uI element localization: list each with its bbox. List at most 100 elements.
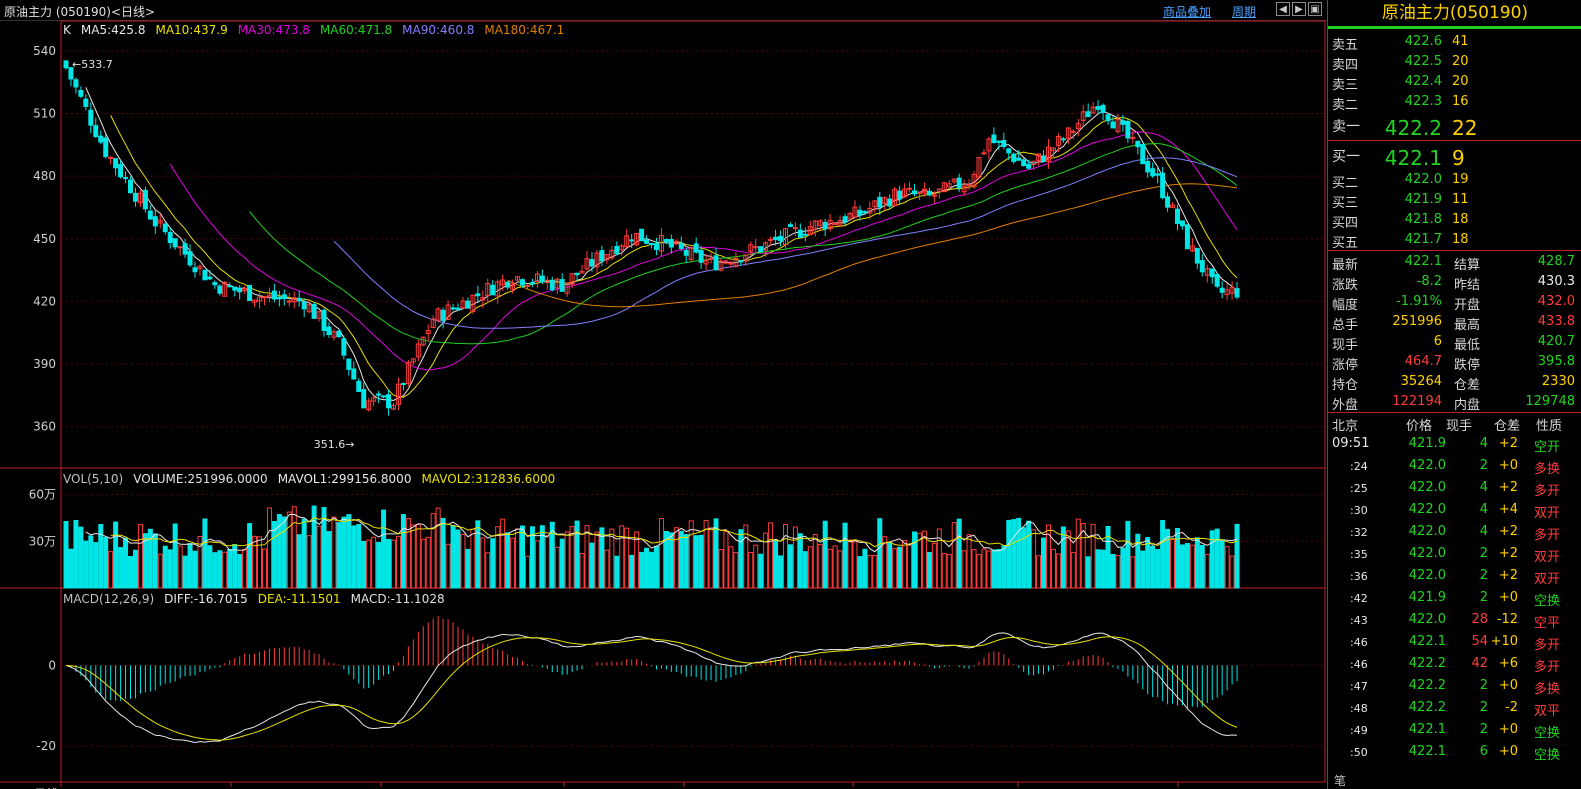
ask-label: 卖二 bbox=[1332, 98, 1359, 113]
stat-value: 422.1 bbox=[1404, 254, 1442, 269]
candle-body bbox=[321, 309, 327, 332]
candle-body bbox=[132, 192, 138, 202]
volume-bar bbox=[281, 516, 287, 589]
volume-bar bbox=[961, 550, 967, 589]
volume-bar bbox=[1140, 550, 1146, 589]
tick-row: :48 422.2 2 -2 双平 bbox=[1328, 698, 1581, 720]
volume-bar bbox=[892, 548, 898, 589]
volume-axis-label: 30万 bbox=[29, 534, 56, 548]
candle-body bbox=[1085, 111, 1091, 118]
ma-legend-item: MA5:425.8 bbox=[81, 23, 146, 37]
prev-icon[interactable]: ◀ bbox=[1276, 2, 1290, 16]
tick-price: 422.0 bbox=[1408, 480, 1446, 495]
volume-bar bbox=[108, 551, 114, 589]
tick-volume: 28 bbox=[1471, 612, 1488, 627]
tick-time: :43 bbox=[1350, 614, 1368, 627]
tick-price: 422.0 bbox=[1408, 568, 1446, 583]
bid-price: 422.1 bbox=[1384, 146, 1442, 170]
stat-value: 2330 bbox=[1541, 374, 1575, 389]
candle-body bbox=[142, 189, 148, 210]
candle-body bbox=[167, 231, 173, 243]
volume-bar bbox=[1036, 555, 1042, 589]
volume-bar bbox=[1214, 528, 1220, 589]
tick-tab[interactable]: 笔 bbox=[1334, 772, 1346, 789]
candle-body bbox=[520, 279, 526, 286]
candle-body bbox=[128, 179, 134, 194]
next-icon[interactable]: ▶ bbox=[1292, 2, 1306, 16]
volume-bar bbox=[1031, 529, 1037, 589]
price-axis-label: 480 bbox=[33, 169, 56, 183]
tick-position-change: +2 bbox=[1498, 480, 1518, 495]
stat-label: 持仓 bbox=[1332, 378, 1359, 393]
commodity-overlay-link[interactable]: 商品叠加 bbox=[1163, 3, 1211, 20]
candle-body bbox=[162, 223, 168, 233]
kline-chart[interactable]: 540 510 480 450 420 390 360 60万 30万 0 -20 ←533.7 351… bbox=[0, 20, 1327, 789]
volume-bar bbox=[842, 522, 848, 589]
ask-volume: 16 bbox=[1452, 94, 1469, 109]
volume-bar bbox=[1224, 546, 1230, 589]
volume-bar bbox=[951, 522, 957, 589]
stat-value: 395.8 bbox=[1537, 354, 1575, 369]
volume-bar bbox=[609, 528, 615, 589]
volume-bar bbox=[291, 506, 297, 589]
volume-bar bbox=[534, 540, 540, 589]
tick-row: 09:51 421.9 4 +2 空开 bbox=[1328, 434, 1581, 456]
candle-body bbox=[574, 272, 580, 276]
volume-bar bbox=[778, 555, 784, 589]
volume-bar bbox=[1204, 553, 1210, 589]
candle-body bbox=[787, 224, 793, 228]
price-axis-label: 510 bbox=[33, 107, 56, 121]
volume-bar bbox=[395, 535, 401, 589]
candle-body bbox=[663, 239, 669, 243]
volume-bar bbox=[177, 545, 183, 589]
stat-row: 持仓 35264 仓差 2330 bbox=[1328, 372, 1581, 393]
tick-type: 多开 bbox=[1534, 638, 1561, 653]
volume-bar bbox=[981, 548, 987, 589]
volume-bar bbox=[361, 540, 367, 589]
volume-bar bbox=[986, 550, 992, 589]
volume-bar bbox=[485, 552, 491, 589]
volume-bar bbox=[673, 527, 679, 589]
candle-body bbox=[400, 382, 406, 385]
candle-body bbox=[177, 246, 183, 249]
tick-time: :30 bbox=[1350, 504, 1368, 517]
tick-type: 双开 bbox=[1534, 506, 1561, 521]
volume-bar bbox=[1016, 517, 1022, 589]
candle-body bbox=[857, 209, 863, 216]
volume-bar bbox=[787, 544, 793, 589]
candle-body bbox=[212, 282, 218, 286]
volume-bar bbox=[996, 548, 1002, 589]
volume-bar bbox=[202, 518, 208, 589]
volume-bar bbox=[167, 549, 173, 589]
period-link[interactable]: 周期 bbox=[1232, 3, 1256, 20]
candle-body bbox=[668, 238, 674, 248]
volume-bar bbox=[1189, 544, 1195, 589]
ask-label: 卖一 bbox=[1332, 119, 1360, 135]
volume-bar bbox=[966, 534, 972, 589]
candle-body bbox=[326, 326, 332, 335]
ask-row: 卖三 422.4 20 bbox=[1328, 72, 1581, 93]
stat-value: 122194 bbox=[1392, 394, 1442, 409]
volume-bar bbox=[688, 520, 694, 589]
volume-bar bbox=[336, 522, 342, 589]
candle-body bbox=[202, 269, 208, 281]
macd-legend-item: DEA:-11.1501 bbox=[258, 592, 341, 606]
candle-body bbox=[629, 239, 635, 242]
volume-bar bbox=[207, 545, 213, 589]
volume-bar bbox=[1080, 523, 1086, 589]
volume-bar bbox=[1100, 549, 1106, 589]
volume-bar bbox=[921, 530, 927, 589]
candle-body bbox=[192, 267, 198, 273]
volume-bar bbox=[554, 546, 560, 589]
volume-bar bbox=[718, 548, 724, 589]
volume-bar bbox=[137, 524, 143, 589]
bid-price: 421.9 bbox=[1404, 192, 1442, 207]
volume-bar bbox=[510, 537, 516, 589]
ask-price: 422.5 bbox=[1404, 54, 1442, 69]
candle-body bbox=[336, 330, 342, 338]
candle-body bbox=[63, 60, 69, 69]
zoom-in-icon[interactable]: ▣ bbox=[1308, 2, 1322, 16]
candle-body bbox=[152, 216, 158, 227]
tick-row: :43 422.0 28 -12 空平 bbox=[1328, 610, 1581, 632]
volume-bar bbox=[1130, 556, 1136, 589]
